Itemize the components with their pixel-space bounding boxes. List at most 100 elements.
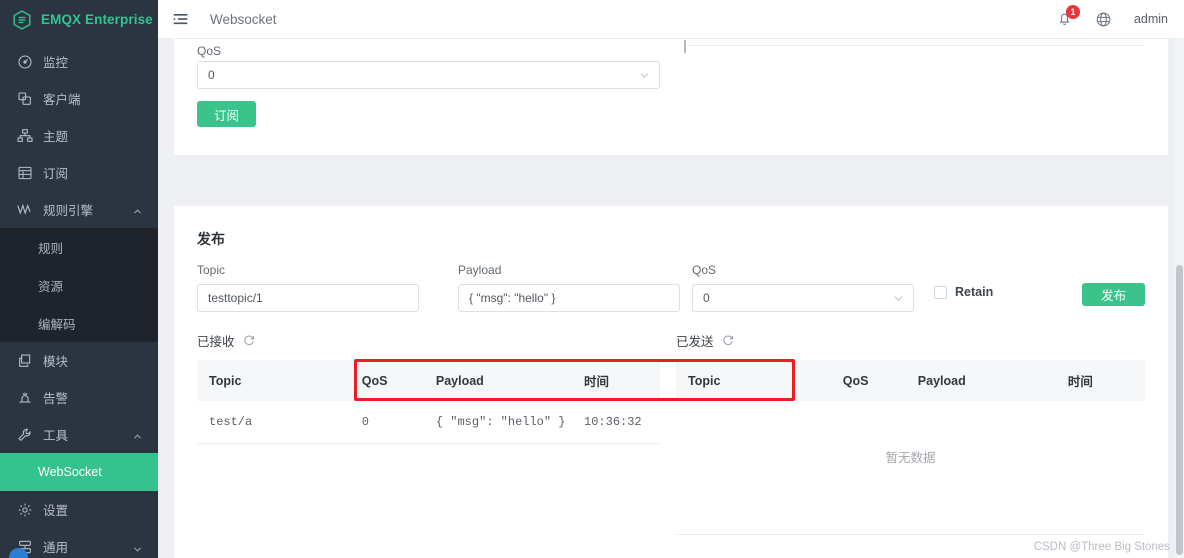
subscribe-button[interactable]: 订阅 <box>197 101 257 127</box>
user-menu[interactable]: admin <box>1134 12 1168 26</box>
alarm-icon <box>16 389 33 406</box>
sidebar-subitem-resources[interactable]: 资源 <box>0 266 158 304</box>
column-header-topic: Topic <box>676 360 831 401</box>
sent-column: 已发送 Topic QoS Payload 时间 暂无数据 <box>676 330 1145 558</box>
sidebar-item-topics[interactable]: 主题 <box>0 117 158 154</box>
received-column: 已接收 Topic QoS Payload 时间 test/a 0 {"msg… <box>197 330 660 558</box>
cell-time: 10:36:32 <box>572 401 660 444</box>
sidebar-subitem-label: 编解码 <box>38 317 76 332</box>
tools-icon <box>16 426 33 443</box>
clients-icon <box>16 90 33 107</box>
column-header-time: 时间 <box>572 360 660 401</box>
publish-topic-input[interactable]: testtopic/1 <box>197 284 419 312</box>
globe-icon[interactable] <box>1095 11 1112 28</box>
publish-payload-input[interactable]: { "msg": "hello" } <box>458 284 680 312</box>
column-header-qos: QoS <box>349 360 424 401</box>
sidebar-item-label: 告警 <box>43 392 69 406</box>
top-bar: Websocket 1 admin <box>158 0 1184 39</box>
sidebar-subitem-label: WebSocket <box>38 465 102 479</box>
received-heading: 已接收 <box>197 334 235 349</box>
app-root: EMQX Enterprise 监控 客户端 主题 订阅 规则引擎 规则 资源 … <box>0 0 1184 558</box>
publish-section-title: 发布 <box>197 231 225 247</box>
table-header-row: Topic QoS Payload 时间 <box>197 360 660 401</box>
brand-name: EMQX Enterprise <box>41 12 153 27</box>
main-area: Websocket 1 admin QoS 0 订阅 发布 Topic test… <box>158 0 1184 558</box>
publish-button[interactable]: 发布 <box>1081 283 1145 306</box>
publish-qos-select[interactable]: 0 <box>692 284 914 312</box>
retain-checkbox[interactable] <box>934 285 947 299</box>
chevron-up-icon <box>133 205 142 214</box>
hamburger-indent-icon[interactable] <box>172 11 189 28</box>
publish-payload-field: Payload { "msg": "hello" } <box>458 263 680 312</box>
sidebar-item-clients[interactable]: 客户端 <box>0 80 158 117</box>
sidebar-item-label: 模块 <box>43 355 69 369</box>
sidebar-subitem-codec[interactable]: 编解码 <box>0 304 158 342</box>
cell-qos: 0 <box>349 401 424 444</box>
rule-engine-submenu: 规则 资源 编解码 <box>0 228 158 342</box>
subscribe-right-column-divider <box>684 40 1145 53</box>
sidebar-item-monitor[interactable]: 监控 <box>0 43 158 80</box>
publish-qos-label: QoS <box>692 263 717 277</box>
received-table: Topic QoS Payload 时间 test/a 0 {"msg": "… <box>197 360 660 444</box>
sent-empty-state: 暂无数据 <box>885 451 936 465</box>
sidebar-item-settings[interactable]: 设置 <box>0 491 158 528</box>
sidebar-item-label: 主题 <box>43 130 69 144</box>
column-header-payload: Payload <box>423 360 573 401</box>
sidebar-item-subscriptions[interactable]: 订阅 <box>0 154 158 191</box>
subscriptions-icon <box>16 164 33 181</box>
sidebar-item-label: 监控 <box>43 56 69 70</box>
notification-badge: 1 <box>1065 5 1080 19</box>
cell-topic: test/a <box>197 401 350 444</box>
column-header-time: 时间 <box>1055 360 1145 401</box>
sidebar-item-label: 客户端 <box>43 93 81 107</box>
publish-topic-label: Topic <box>197 263 226 277</box>
sent-heading: 已发送 <box>676 334 714 349</box>
scroll-content: QoS 0 订阅 发布 Topic testtopic/1 Payload {… <box>158 39 1184 558</box>
subscribe-qos-select[interactable]: 0 <box>197 61 660 89</box>
received-heading-row: 已接收 <box>197 330 660 350</box>
publish-panel: 发布 Topic testtopic/1 Payload { "msg": "h… <box>174 206 1168 558</box>
publish-payload-value: { "msg": "hello" } <box>469 291 556 305</box>
chevron-down-icon <box>893 293 904 304</box>
notifications-button[interactable]: 1 <box>1056 5 1080 28</box>
column-header-payload: Payload <box>905 360 1056 401</box>
subscribe-qos-value: 0 <box>208 68 215 82</box>
cell-payload: { "msg": "hello" } <box>423 401 573 444</box>
topics-icon <box>16 127 33 144</box>
sidebar-item-label: 设置 <box>43 504 69 518</box>
sent-table: Topic QoS Payload 时间 <box>676 360 1145 401</box>
sent-table-bottom-rule <box>676 534 1145 535</box>
rule-engine-icon <box>16 201 33 218</box>
sidebar-item-modules[interactable]: 模块 <box>0 342 158 379</box>
chevron-down-icon <box>133 542 142 552</box>
sidebar-item-rule-engine[interactable]: 规则引擎 <box>0 191 158 228</box>
sidebar-item-alarm[interactable]: 告警 <box>0 379 158 416</box>
scrollbar-thumb[interactable] <box>1176 265 1183 555</box>
chevron-down-icon <box>639 70 650 81</box>
vertical-scrollbar[interactable] <box>1175 39 1184 558</box>
sidebar-item-label: 规则引擎 <box>43 204 94 218</box>
retain-checkbox-row[interactable]: Retain <box>934 285 993 299</box>
sidebar-subitem-websocket[interactable]: WebSocket <box>0 453 158 491</box>
subscribe-qos-label: QoS <box>197 44 222 58</box>
retain-label: Retain <box>955 285 994 299</box>
refresh-icon[interactable] <box>243 334 255 346</box>
brand-logo[interactable]: EMQX Enterprise <box>0 0 158 39</box>
sidebar: EMQX Enterprise 监控 客户端 主题 订阅 规则引擎 规则 资源 … <box>0 0 158 558</box>
page-title: Websocket <box>210 11 277 27</box>
publish-qos-value: 0 <box>703 291 710 305</box>
refresh-icon[interactable] <box>722 334 734 346</box>
sidebar-item-tools[interactable]: 工具 <box>0 416 158 453</box>
subscribe-panel: QoS 0 订阅 <box>174 39 1168 155</box>
table-row[interactable]: test/a 0 { "msg": "hello" } 10:36:32 <box>197 401 660 444</box>
top-bar-actions: 1 admin <box>1056 5 1168 28</box>
modules-icon <box>16 352 33 369</box>
sidebar-subitem-rules[interactable]: 规则 <box>0 228 158 266</box>
publish-form-row: Topic testtopic/1 Payload { "msg": "hell… <box>197 263 1145 315</box>
table-header-row: Topic QoS Payload 时间 <box>676 360 1145 401</box>
publish-payload-label: Payload <box>458 263 502 277</box>
message-lists: 已接收 Topic QoS Payload 时间 test/a 0 {"msg… <box>197 330 1145 558</box>
publish-qos-field: QoS 0 <box>692 263 914 312</box>
dashboard-icon <box>16 53 33 70</box>
chevron-up-icon <box>133 430 142 439</box>
